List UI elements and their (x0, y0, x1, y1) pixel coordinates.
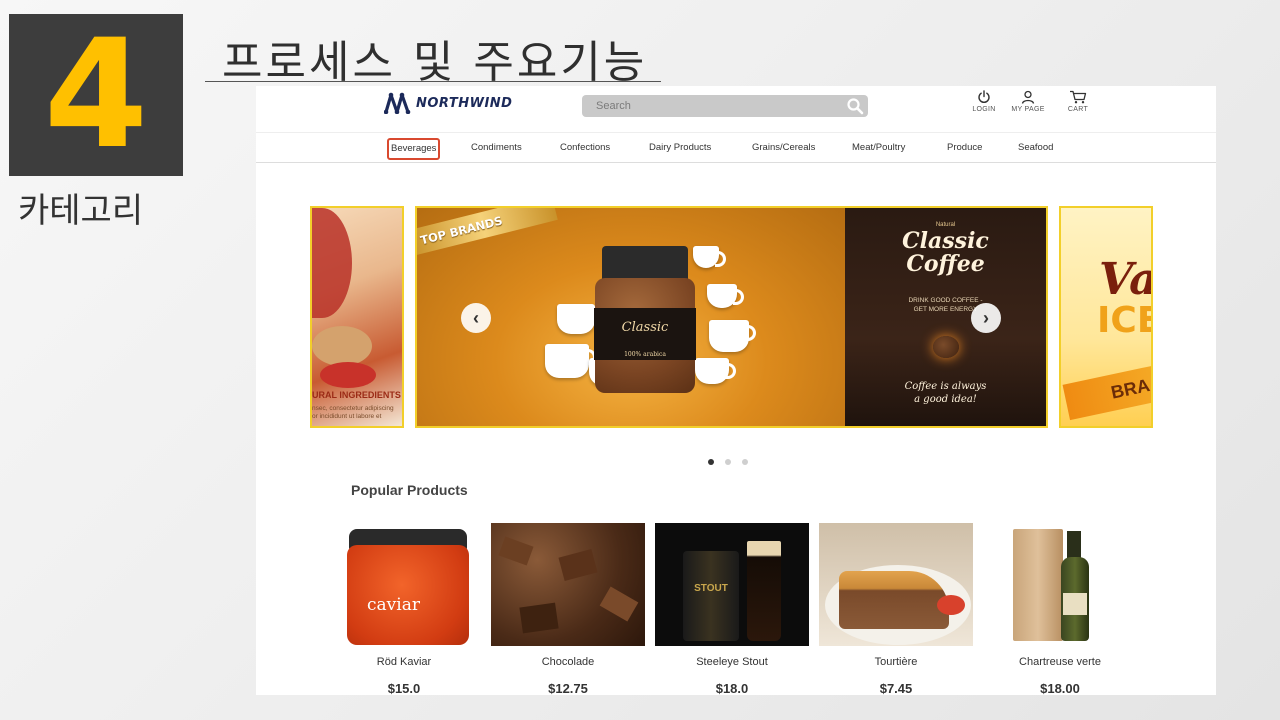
cup-image (695, 358, 736, 384)
product-price: $18.0 (715, 681, 749, 695)
website-screenshot: NORTHWIND LOGIN MY PAGE (256, 86, 1216, 695)
product-name[interactable]: Röd Kaviar (327, 656, 481, 668)
carousel-dot-1[interactable] (708, 459, 714, 465)
carousel-dots (708, 459, 748, 465)
product-price: $7.45 (879, 681, 913, 695)
product-image-chocolade[interactable] (491, 523, 645, 646)
cup-image (693, 246, 726, 268)
carousel-slide-next[interactable]: Va ICE BRA (1059, 206, 1153, 428)
search-bar (582, 95, 868, 117)
classic-coffee-tagline-2: a good idea! (914, 394, 977, 405)
my-page-label: MY PAGE (1011, 106, 1045, 113)
product-image-chartreuse-verte[interactable] (983, 523, 1137, 646)
prev-slide-caption: URAL INGREDIENTS (312, 390, 401, 400)
cup-image (707, 284, 744, 308)
jar-small-text: 100% arabica (624, 351, 666, 358)
product-name[interactable]: Tourtière (819, 656, 973, 668)
product-image-caviar[interactable]: caviar (327, 523, 481, 646)
product-card[interactable]: Chartreuse verte $18.00 (983, 523, 1137, 695)
product-price: $18.00 (1040, 681, 1080, 695)
next-slide-text-2: ICE (1097, 300, 1151, 341)
product-card[interactable]: Tourtière $7.45 (819, 523, 973, 695)
search-input[interactable] (582, 95, 832, 117)
product-price: $15.0 (387, 681, 421, 695)
category-seafood[interactable]: Seafood (1018, 140, 1053, 156)
classic-coffee-subtitle-2: GET MORE ENERGY (913, 306, 978, 313)
carousel-next-button[interactable]: › (971, 303, 1001, 333)
classic-coffee-tagline: Coffee is always a good idea! (845, 380, 1046, 406)
category-confections[interactable]: Confections (560, 140, 610, 156)
carousel-dot-3[interactable] (742, 459, 748, 465)
site-logo[interactable]: NORTHWIND (384, 92, 512, 114)
category-nav: Beverages Condiments Confections Dairy P… (256, 133, 1216, 163)
classic-coffee-title-1: Classic (902, 228, 989, 254)
product-image-steeleye-stout[interactable]: STOUT (655, 523, 809, 646)
decor-shape (320, 362, 376, 388)
classic-coffee-title-2: Coffee (906, 251, 985, 277)
popular-products-title: Popular Products (351, 482, 468, 498)
title-underline (205, 81, 661, 82)
my-page-button[interactable]: MY PAGE (1008, 90, 1048, 113)
product-name[interactable]: Chartreuse verte (983, 656, 1137, 668)
product-card[interactable]: caviar Röd Kaviar $15.0 (327, 523, 481, 695)
cup-image (709, 320, 756, 352)
jar-lid (602, 246, 688, 282)
logo-text: NORTHWIND (416, 95, 513, 111)
carousel-slide-prev[interactable]: URAL INGREDIENTS nsec, consectetur adipi… (310, 206, 404, 428)
chevron-right-icon: › (983, 308, 989, 328)
decor-shape (312, 326, 372, 366)
cup-image (557, 304, 602, 334)
coffee-bean-image (933, 336, 959, 358)
carousel-slide-current[interactable]: TOP BRANDS Classic 100% arabica ‹ Natura… (415, 206, 1048, 428)
prev-slide-text-2: or incididunt ut labore et (312, 413, 382, 420)
prev-slide-text-1: nsec, consectetur adipiscing (312, 405, 394, 412)
carousel-dot-2[interactable] (725, 459, 731, 465)
section-number-box: 4 (9, 14, 183, 176)
category-beverages[interactable]: Beverages (387, 138, 441, 160)
category-dairy-products[interactable]: Dairy Products (649, 140, 711, 156)
product-price: $12.75 (548, 681, 588, 695)
top-brands-ribbon: TOP BRANDS (417, 208, 558, 256)
classic-coffee-title: Classic Coffee (845, 230, 1046, 276)
classic-coffee-subtitle: DRINK GOOD COFFEE - GET MORE ENERGY (845, 296, 1046, 314)
product-card[interactable]: STOUT Steeleye Stout $18.0 (655, 523, 809, 695)
cart-icon (1070, 90, 1087, 104)
banner-coffee-jar-panel: TOP BRANDS Classic 100% arabica ‹ (417, 208, 845, 426)
login-button[interactable]: LOGIN (964, 90, 1004, 113)
decor-shape (312, 208, 352, 318)
logo-mark-icon (384, 92, 411, 114)
product-name[interactable]: Chocolade (491, 656, 645, 668)
category-condiments[interactable]: Condiments (471, 140, 522, 156)
jar-label-text: Classic (621, 320, 669, 335)
category-meat-poultry[interactable]: Meat/Poultry (852, 140, 905, 156)
section-number: 4 (43, 8, 149, 182)
carousel-prev-button[interactable]: ‹ (461, 303, 491, 333)
chevron-left-icon: ‹ (473, 308, 479, 328)
power-icon (978, 90, 990, 104)
search-icon[interactable] (846, 97, 864, 115)
jar-label: Classic 100% arabica (594, 308, 696, 360)
user-icon (1021, 90, 1035, 104)
cup-image (545, 344, 596, 378)
login-label: LOGIN (972, 106, 996, 113)
banner-classic-coffee-panel: Natural Classic Coffee DRINK GOOD COFFEE… (845, 208, 1046, 426)
prev-slide-text: nsec, consectetur adipiscing or incididu… (312, 405, 394, 421)
product-name[interactable]: Steeleye Stout (655, 656, 809, 668)
cart-label: CART (1067, 106, 1089, 113)
section-label: 카테고리 (18, 191, 144, 231)
cart-button[interactable]: CART (1058, 90, 1098, 113)
category-grains-cereals[interactable]: Grains/Cereals (752, 140, 815, 156)
product-image-tourtiere[interactable] (819, 523, 973, 646)
classic-coffee-subtitle-1: DRINK GOOD COFFEE - (908, 297, 983, 304)
classic-coffee-tagline-1: Coffee is always (904, 381, 987, 392)
product-card[interactable]: Chocolade $12.75 (491, 523, 645, 695)
next-slide-text-1: Va (1099, 254, 1153, 305)
next-slide-text-3: BRA (1062, 359, 1151, 421)
category-produce[interactable]: Produce (947, 140, 982, 156)
site-header: NORTHWIND LOGIN MY PAGE (256, 86, 1216, 133)
